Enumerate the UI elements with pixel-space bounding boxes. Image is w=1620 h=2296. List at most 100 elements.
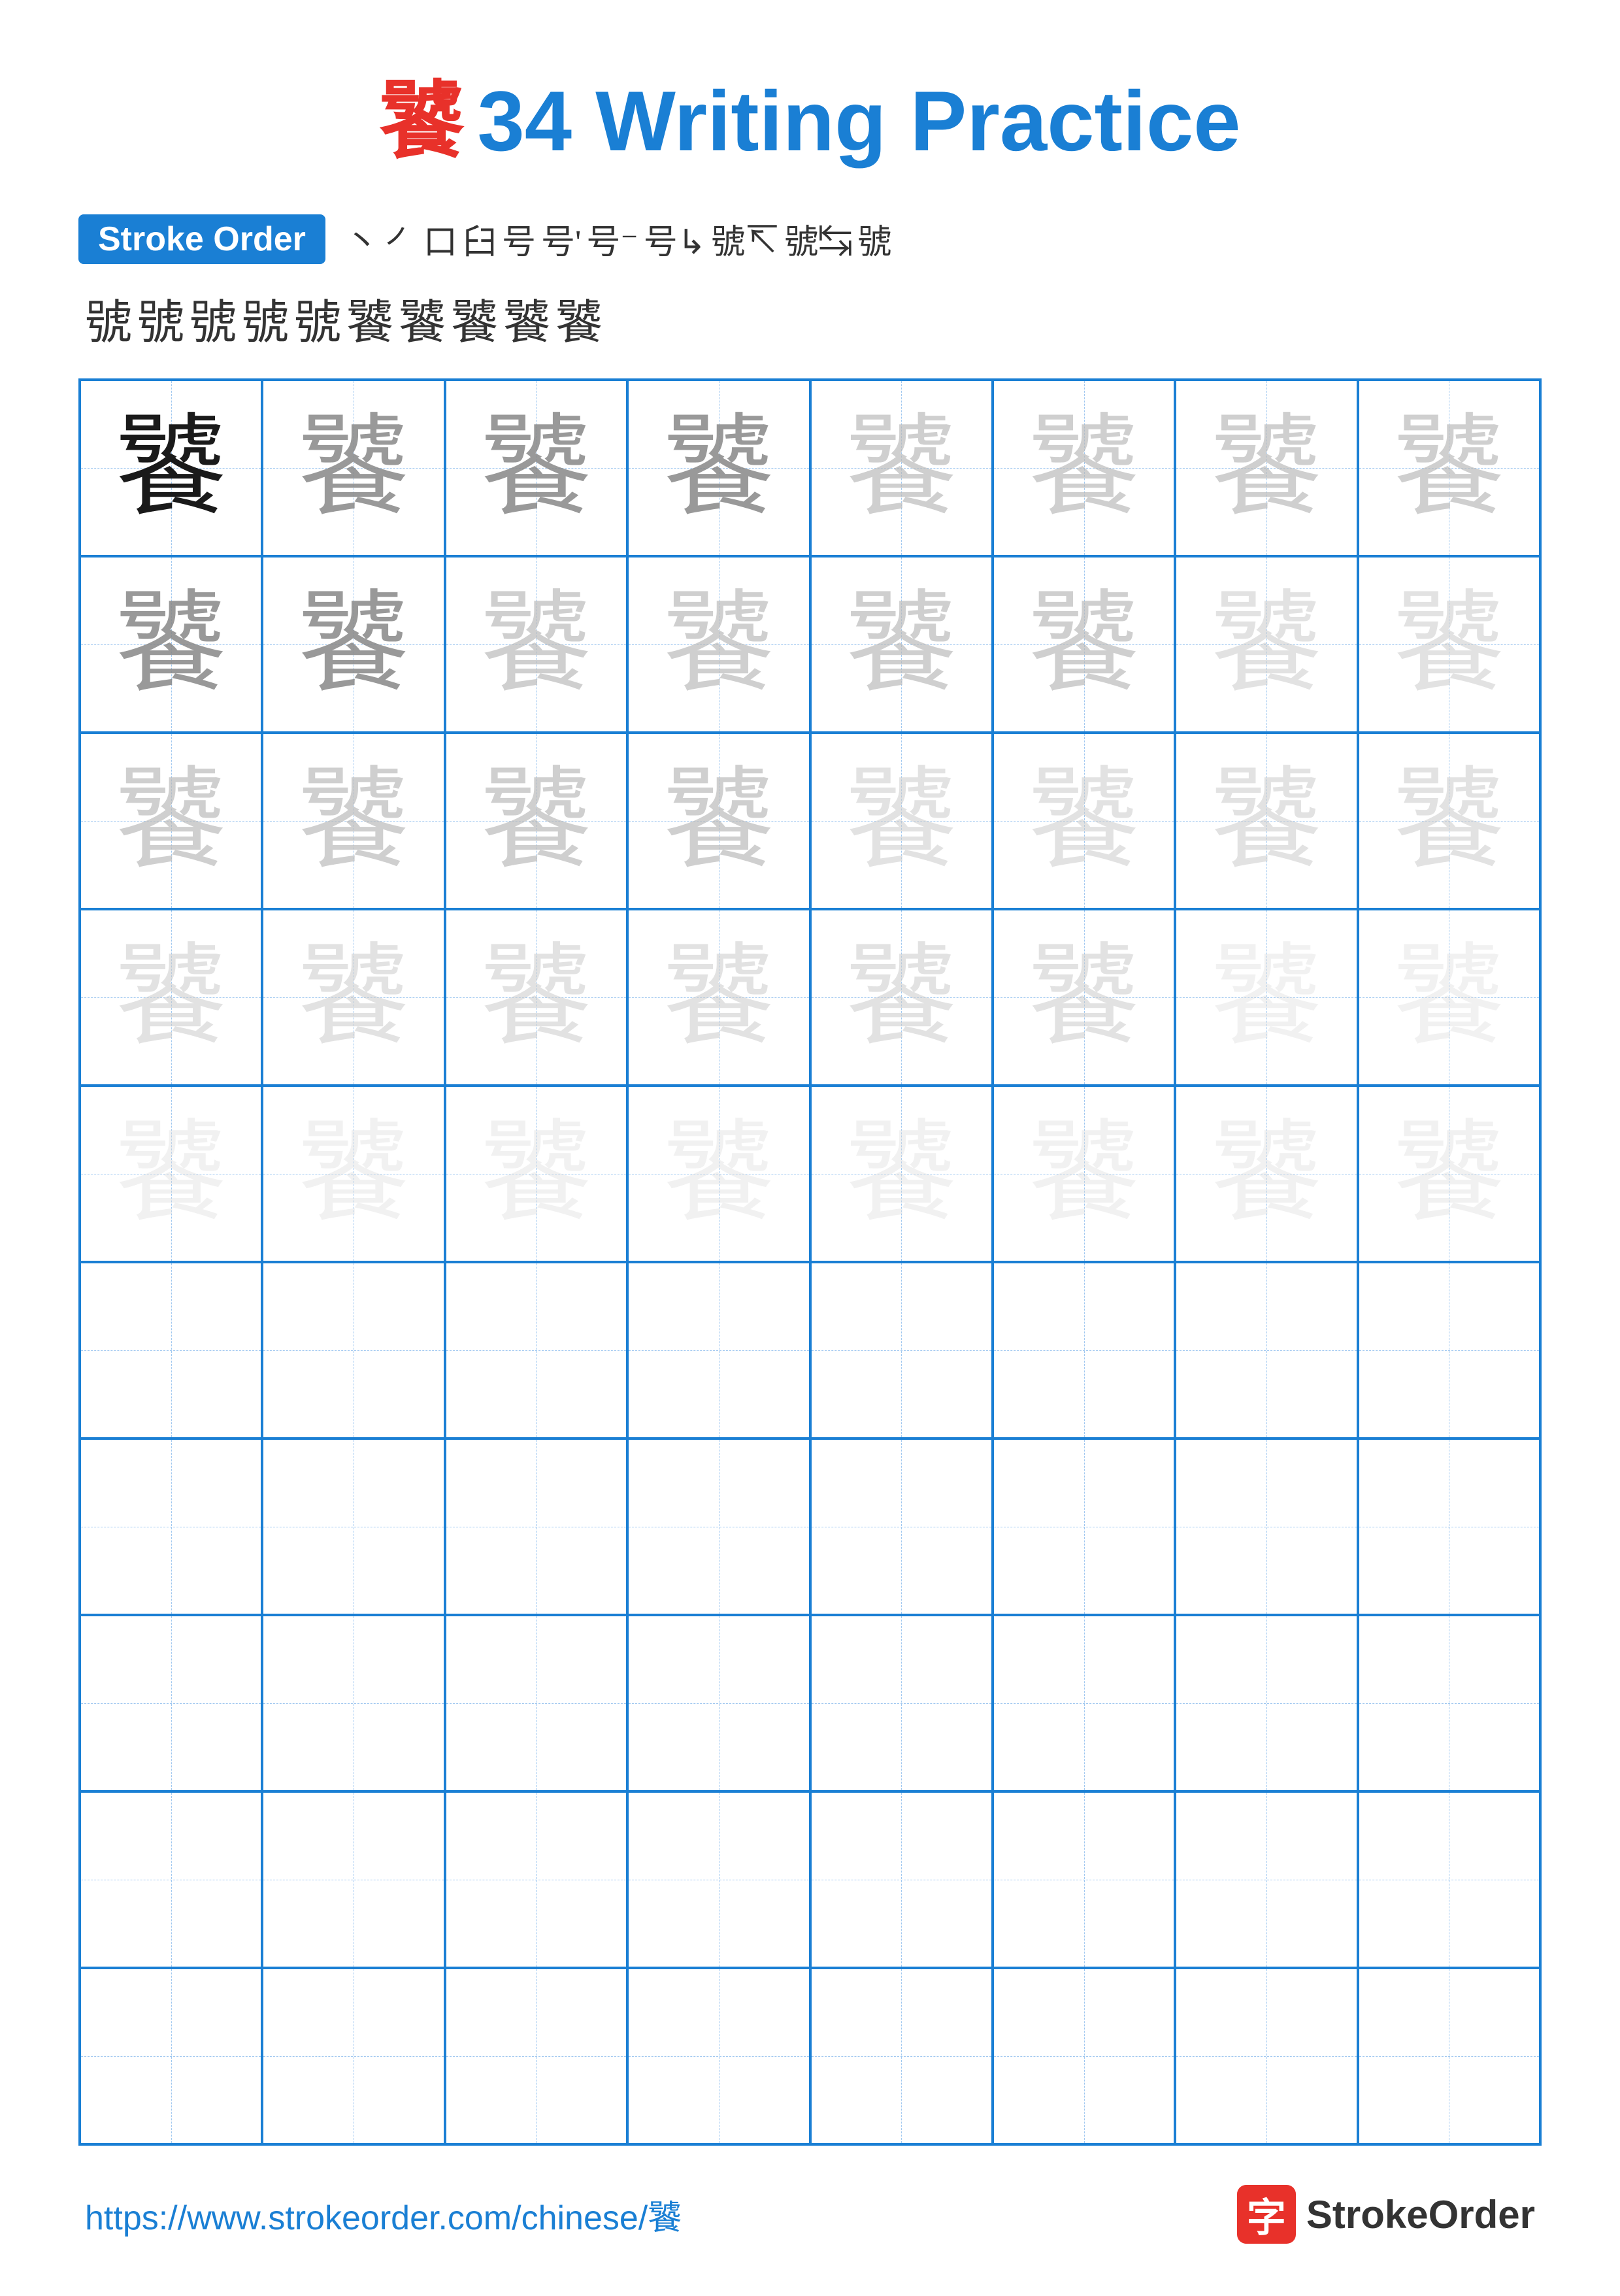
grid-cell-r3c4[interactable]: 饕: [627, 733, 810, 909]
grid-cell-r5c7[interactable]: 饕: [1175, 1086, 1357, 1262]
grid-cell-r7c5[interactable]: [810, 1439, 993, 1615]
grid-cell-r1c1[interactable]: 饕: [80, 380, 262, 556]
grid-cell-r3c6[interactable]: 饕: [993, 733, 1175, 909]
grid-cell-r10c4[interactable]: [627, 1968, 810, 2144]
grid-cell-r3c2[interactable]: 饕: [262, 733, 444, 909]
grid-cell-r7c7[interactable]: [1175, 1439, 1357, 1615]
grid-cell-r5c4[interactable]: 饕: [627, 1086, 810, 1262]
grid-cell-r2c6[interactable]: 饕: [993, 556, 1175, 733]
grid-cell-r5c5[interactable]: 饕: [810, 1086, 993, 1262]
grid-cell-r9c3[interactable]: [445, 1791, 627, 1968]
grid-cell-r6c2[interactable]: [262, 1262, 444, 1439]
grid-cell-r7c2[interactable]: [262, 1439, 444, 1615]
grid-cell-r3c8[interactable]: 饕: [1358, 733, 1540, 909]
grid-cell-r2c1[interactable]: 饕: [80, 556, 262, 733]
char-r4c7: 饕: [1211, 942, 1322, 1053]
grid-cell-r6c1[interactable]: [80, 1262, 262, 1439]
grid-cell-r6c4[interactable]: [627, 1262, 810, 1439]
char-r1c4: 饕: [663, 412, 774, 524]
brand-icon: 字: [1237, 2185, 1296, 2244]
grid-cell-r10c5[interactable]: [810, 1968, 993, 2144]
grid-cell-r1c6[interactable]: 饕: [993, 380, 1175, 556]
grid-cell-r5c1[interactable]: 饕: [80, 1086, 262, 1262]
grid-cell-r3c3[interactable]: 饕: [445, 733, 627, 909]
grid-cell-r8c8[interactable]: [1358, 1615, 1540, 1791]
grid-cell-r6c6[interactable]: [993, 1262, 1175, 1439]
grid-cell-r4c3[interactable]: 饕: [445, 909, 627, 1086]
char-r3c8: 饕: [1393, 765, 1504, 876]
title-section: 饕34 Writing Practice: [78, 52, 1542, 175]
char-r1c3: 饕: [480, 412, 591, 524]
grid-cell-r7c6[interactable]: [993, 1439, 1175, 1615]
grid-cell-r4c6[interactable]: 饕: [993, 909, 1175, 1086]
grid-cell-r10c7[interactable]: [1175, 1968, 1357, 2144]
grid-cell-r4c2[interactable]: 饕: [262, 909, 444, 1086]
char-r4c4: 饕: [663, 942, 774, 1053]
grid-cell-r4c4[interactable]: 饕: [627, 909, 810, 1086]
grid-cell-r9c2[interactable]: [262, 1791, 444, 1968]
char-r1c1: 饕: [116, 412, 227, 524]
grid-cell-r3c7[interactable]: 饕: [1175, 733, 1357, 909]
grid-cell-r8c6[interactable]: [993, 1615, 1175, 1791]
grid-cell-r4c8[interactable]: 饕: [1358, 909, 1540, 1086]
grid-cell-r8c1[interactable]: [80, 1615, 262, 1791]
grid-cell-r9c8[interactable]: [1358, 1791, 1540, 1968]
grid-cell-r2c2[interactable]: 饕: [262, 556, 444, 733]
char-r3c3: 饕: [480, 765, 591, 876]
footer-url[interactable]: https://www.strokeorder.com/chinese/饕: [85, 2190, 682, 2239]
grid-cell-r9c5[interactable]: [810, 1791, 993, 1968]
grid-cell-r1c4[interactable]: 饕: [627, 380, 810, 556]
grid-cell-r8c5[interactable]: [810, 1615, 993, 1791]
grid-cell-r9c7[interactable]: [1175, 1791, 1357, 1968]
grid-cell-r3c1[interactable]: 饕: [80, 733, 262, 909]
grid-cell-r4c5[interactable]: 饕: [810, 909, 993, 1086]
grid-cell-r1c5[interactable]: 饕: [810, 380, 993, 556]
grid-cell-r8c4[interactable]: [627, 1615, 810, 1791]
grid-cell-r10c6[interactable]: [993, 1968, 1175, 2144]
grid-cell-r7c4[interactable]: [627, 1439, 810, 1615]
stroke-step-10: 號↹: [784, 214, 852, 263]
grid-cell-r2c7[interactable]: 饕: [1175, 556, 1357, 733]
grid-cell-r1c7[interactable]: 饕: [1175, 380, 1357, 556]
grid-cell-r4c1[interactable]: 饕: [80, 909, 262, 1086]
grid-cell-r2c4[interactable]: 饕: [627, 556, 810, 733]
title-chinese-char: 饕: [379, 73, 464, 169]
stroke-step-5: 号: [502, 214, 536, 263]
grid-cell-r10c3[interactable]: [445, 1968, 627, 2144]
grid-cell-r3c5[interactable]: 饕: [810, 733, 993, 909]
grid-cell-r6c7[interactable]: [1175, 1262, 1357, 1439]
grid-cell-r6c8[interactable]: [1358, 1262, 1540, 1439]
grid-cell-r9c1[interactable]: [80, 1791, 262, 1968]
grid-cell-r1c2[interactable]: 饕: [262, 380, 444, 556]
grid-cell-r8c3[interactable]: [445, 1615, 627, 1791]
grid-cell-r5c2[interactable]: 饕: [262, 1086, 444, 1262]
grid-cell-r5c6[interactable]: 饕: [993, 1086, 1175, 1262]
grid-cell-r6c3[interactable]: [445, 1262, 627, 1439]
grid-cell-r9c4[interactable]: [627, 1791, 810, 1968]
grid-cell-r5c3[interactable]: 饕: [445, 1086, 627, 1262]
grid-cell-r10c2[interactable]: [262, 1968, 444, 2144]
grid-cell-r10c1[interactable]: [80, 1968, 262, 2144]
grid-cell-r4c7[interactable]: 饕: [1175, 909, 1357, 1086]
grid-cell-r8c7[interactable]: [1175, 1615, 1357, 1791]
stroke-step-large-4: 號: [242, 284, 289, 352]
grid-cell-r2c3[interactable]: 饕: [445, 556, 627, 733]
stroke-step-8: 号↳: [644, 214, 706, 263]
grid-cell-r2c8[interactable]: 饕: [1358, 556, 1540, 733]
grid-cell-r7c8[interactable]: [1358, 1439, 1540, 1615]
grid-cell-r6c5[interactable]: [810, 1262, 993, 1439]
stroke-step-3: 口: [423, 214, 457, 263]
grid-cell-r8c2[interactable]: [262, 1615, 444, 1791]
grid-cell-r7c1[interactable]: [80, 1439, 262, 1615]
grid-cell-r10c8[interactable]: [1358, 1968, 1540, 2144]
grid-cell-r5c8[interactable]: 饕: [1358, 1086, 1540, 1262]
char-r2c7: 饕: [1211, 589, 1322, 700]
grid-cell-r9c6[interactable]: [993, 1791, 1175, 1968]
grid-cell-r1c3[interactable]: 饕: [445, 380, 627, 556]
grid-cell-r7c3[interactable]: [445, 1439, 627, 1615]
char-r5c5: 饕: [846, 1118, 957, 1229]
grid-cell-r2c5[interactable]: 饕: [810, 556, 993, 733]
grid-cell-r1c8[interactable]: 饕: [1358, 380, 1540, 556]
char-r4c1: 饕: [116, 942, 227, 1053]
char-r1c2: 饕: [298, 412, 409, 524]
